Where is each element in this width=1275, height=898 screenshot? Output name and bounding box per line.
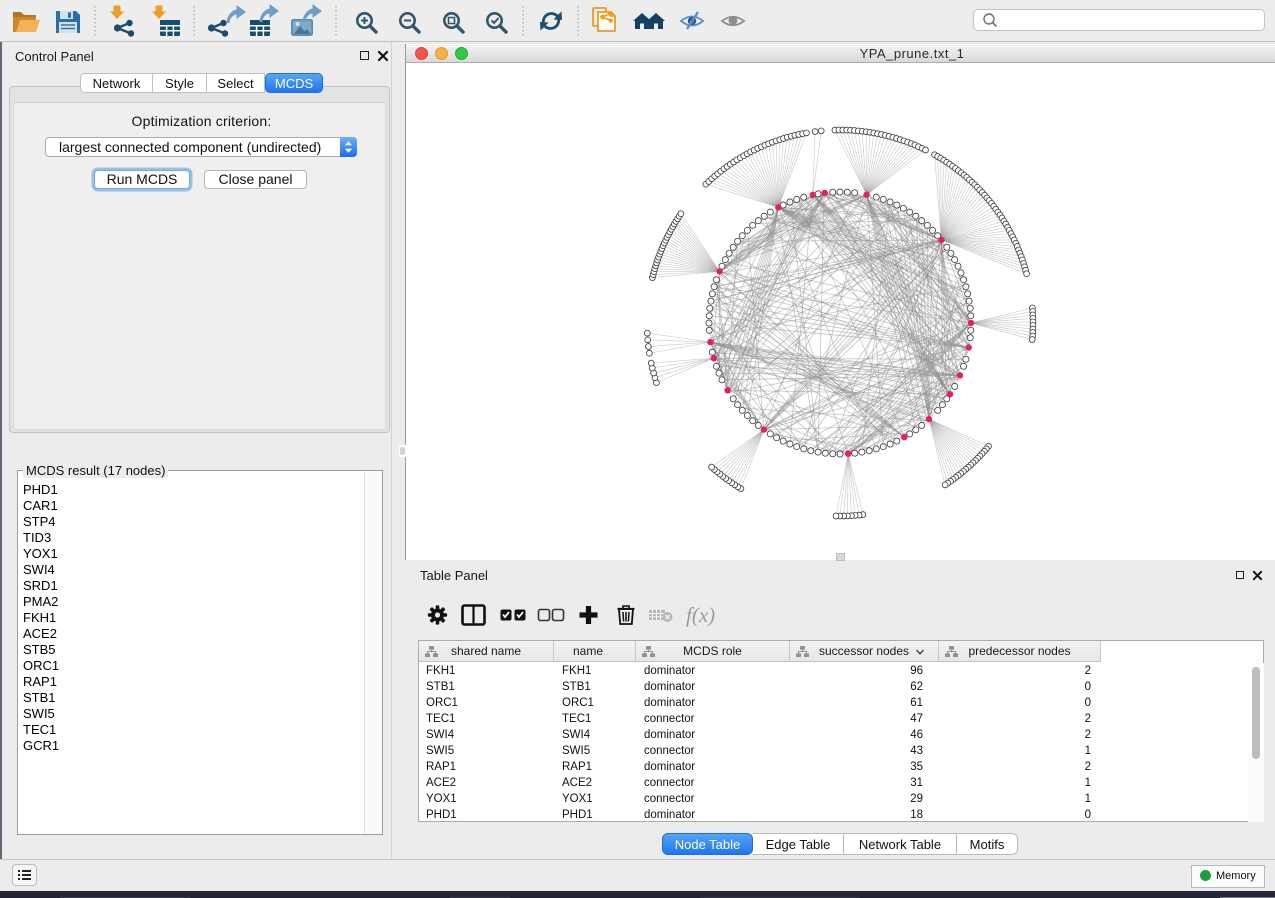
- svg-text:f(x): f(x): [686, 603, 715, 627]
